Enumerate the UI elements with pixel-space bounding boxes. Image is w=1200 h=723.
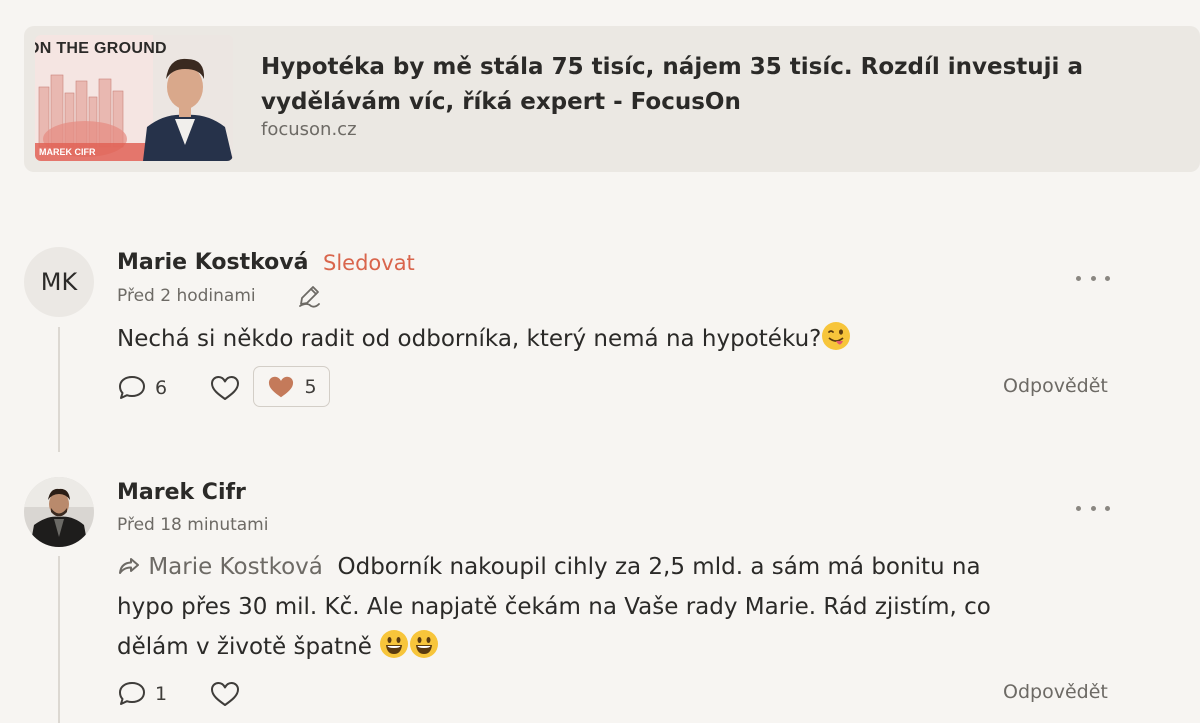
edit-icon: [297, 284, 322, 312]
thread-line: [58, 556, 60, 723]
like-count: 5: [304, 375, 317, 398]
more-icon-dot: [1090, 275, 1096, 281]
smiley-emoji: [410, 630, 439, 658]
reply-button[interactable]: Odpovědět: [1003, 375, 1108, 397]
comment-text-line: dělám v životě špatně: [117, 634, 372, 660]
heart-filled-icon: [269, 376, 294, 397]
reply-arrow-icon: [119, 558, 139, 574]
link-domain: focuson.cz: [261, 119, 357, 140]
like-button[interactable]: [209, 374, 241, 402]
comment-text-content: Nechá si někdo radit od odborníka, který…: [117, 326, 822, 352]
smiley-emoji: [380, 630, 409, 658]
link-preview-card[interactable]: ON THE GROUND MAREK CIFR Hypotéka by mě …: [24, 26, 1200, 172]
reply-button[interactable]: Odpovědět: [1003, 681, 1108, 703]
avatar[interactable]: [24, 477, 94, 547]
heart-reaction-badge[interactable]: 5: [253, 366, 330, 407]
link-title[interactable]: Hypotéka by mě stála 75 tisíc, nájem 35 …: [261, 50, 1121, 120]
thumbnail-caption: ON THE GROUND: [35, 40, 167, 57]
link-thumbnail: ON THE GROUND MAREK CIFR: [35, 35, 233, 161]
avatar[interactable]: MK: [24, 247, 94, 317]
more-icon-dot: [1090, 505, 1096, 511]
winking-tongue-emoji: [822, 322, 851, 350]
heart-icon: [211, 376, 239, 400]
comment-icon: [119, 376, 145, 399]
more-icon: [1076, 505, 1081, 511]
like-button[interactable]: [209, 680, 241, 708]
reply-count: 6: [155, 377, 168, 399]
comment-time[interactable]: Před 18 minutami: [117, 515, 268, 535]
comment-line-3: dělám v životě špatně: [117, 627, 1117, 667]
avatar-initials: MK: [40, 268, 78, 296]
comment-text: Marie Kostková Odborník nakoupil cihly z…: [117, 547, 1117, 667]
thumbnail-name: MAREK CIFR: [39, 147, 96, 157]
comment-time[interactable]: Před 2 hodinami: [117, 286, 256, 306]
comment-text: Nechá si někdo radit od odborníka, který…: [117, 319, 851, 359]
more-icon: [1076, 275, 1081, 281]
more-options-button[interactable]: [1076, 273, 1110, 283]
more-icon-dot: [1105, 275, 1110, 281]
comment-text-line: Odborník nakoupil cihly za 2,5 mld. a sá…: [337, 554, 981, 580]
comment-line-1: Marie Kostková Odborník nakoupil cihly z…: [117, 547, 1117, 587]
comment-replies-button[interactable]: 1: [117, 680, 167, 708]
comment-replies-button[interactable]: 6: [117, 374, 167, 402]
comment-icon: [119, 682, 145, 705]
heart-icon: [211, 682, 239, 706]
more-options-button[interactable]: [1076, 503, 1110, 513]
thread-line: [58, 327, 60, 452]
more-icon-dot: [1105, 505, 1110, 511]
mention-link[interactable]: Marie Kostková: [148, 554, 323, 580]
comment-author[interactable]: Marie Kostková: [117, 250, 308, 275]
comment-text-line: hypo přes 30 mil. Kč. Ale napjatě čekám …: [117, 594, 991, 620]
reply-count: 1: [155, 683, 168, 705]
comment-author[interactable]: Marek Cifr: [117, 480, 246, 505]
follow-button[interactable]: Sledovat: [323, 251, 415, 275]
